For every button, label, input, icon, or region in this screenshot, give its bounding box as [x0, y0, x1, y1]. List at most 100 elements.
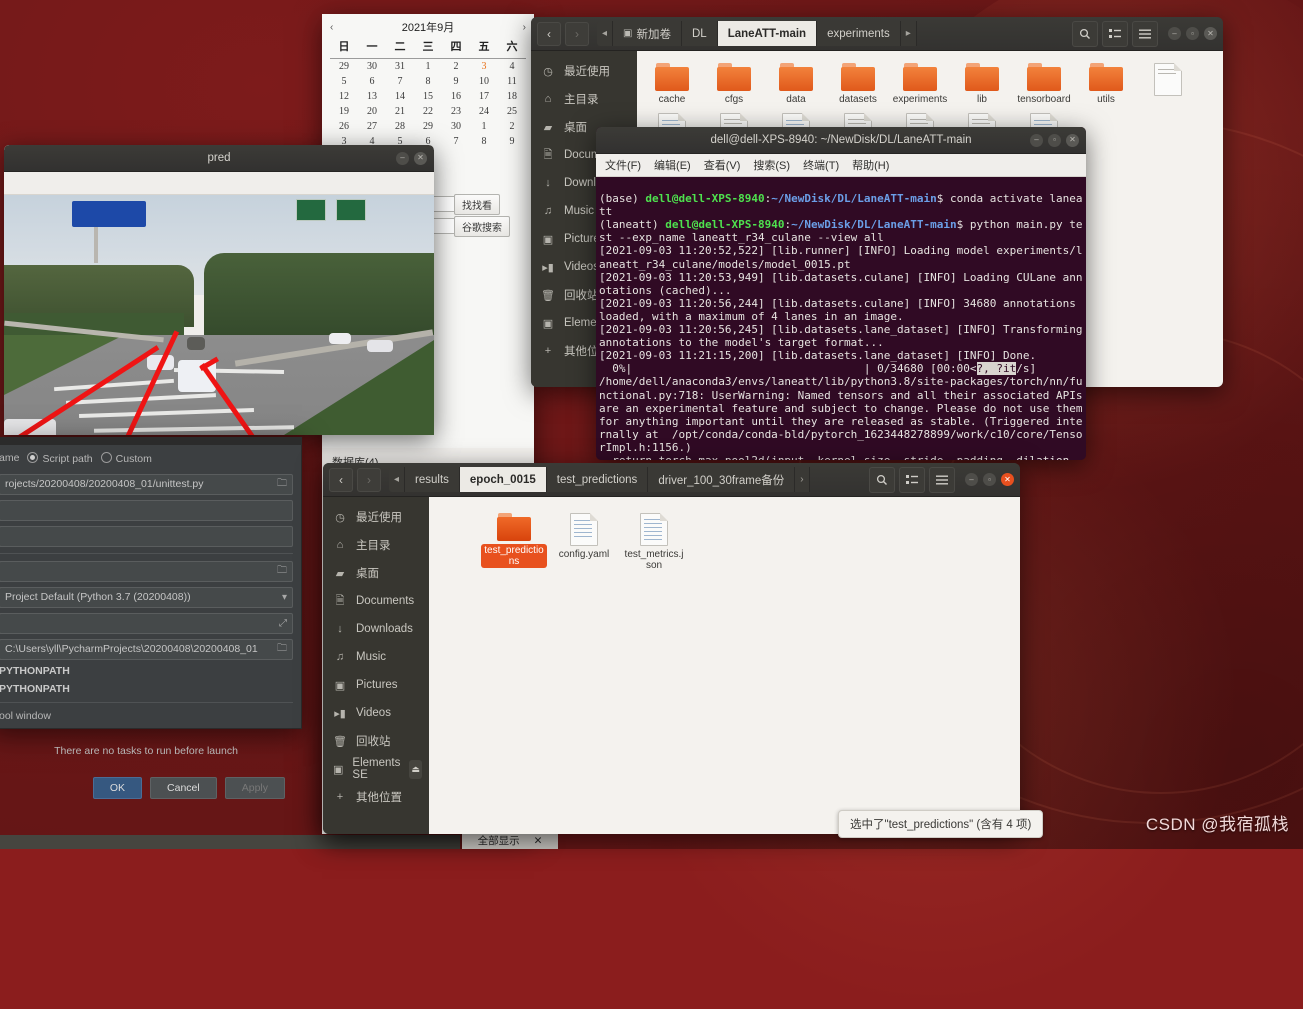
calendar-day[interactable]: 22 — [414, 104, 442, 119]
calendar-day[interactable]: 29 — [330, 59, 358, 75]
lucky-button[interactable]: 找找看 — [454, 194, 500, 215]
terminal-window[interactable]: dell@dell-XPS-8940: ~/NewDisk/DL/LaneATT… — [596, 127, 1086, 460]
env-vars-input[interactable] — [0, 525, 293, 547]
calendar-day[interactable]: 11 — [498, 74, 526, 89]
folder-item[interactable]: utils — [1075, 63, 1137, 105]
calendar-day[interactable]: 9 — [442, 74, 470, 89]
menu-search[interactable]: 搜索(S) — [753, 157, 790, 173]
sidebar-item-trash[interactable]: 🗑 回收站 — [323, 727, 429, 755]
calendar-day[interactable]: 1 — [470, 119, 498, 134]
calendar-day[interactable]: 15 — [414, 89, 442, 104]
breadcrumb-item-experiments[interactable]: experiments — [817, 21, 901, 46]
sidebar-item-recent[interactable]: ◷ 最近使用 — [323, 503, 429, 531]
sidebar-item-home[interactable]: ⌂ 主目录 — [323, 531, 429, 559]
calendar-day[interactable]: 16 — [442, 89, 470, 104]
maximize-icon[interactable]: ▫ — [983, 473, 996, 486]
breadcrumb-item-dl[interactable]: DL — [681, 21, 718, 46]
cancel-button[interactable]: Cancel — [150, 777, 217, 799]
calendar-table[interactable]: 日 一 二 三 四 五 六 29 30 31 1 2 3 4 5 6 7 8 9… — [330, 36, 526, 149]
calendar-day[interactable]: 18 — [498, 89, 526, 104]
calendar-day[interactable]: 14 — [386, 89, 414, 104]
file-grid-bottom[interactable]: test_predictions config.yaml test_metric… — [429, 497, 1020, 834]
minimize-icon[interactable]: – — [1030, 133, 1043, 147]
dialog-button-row[interactable]: OK Cancel Apply — [0, 777, 301, 799]
env-vars-row[interactable] — [0, 523, 301, 549]
sidebar-item-music[interactable]: ♫ Music — [323, 643, 429, 671]
calendar-day[interactable]: 10 — [470, 74, 498, 89]
run-configuration-dialog[interactable]: ame Script path Custom rojects/20200408/… — [0, 437, 302, 799]
radio-script-path[interactable]: Script path — [27, 451, 93, 465]
calendar-day[interactable]: 12 — [330, 89, 358, 104]
calendar-day[interactable]: 6 — [358, 74, 386, 89]
calendar-day[interactable]: 30 — [442, 119, 470, 134]
terminal-titlebar[interactable]: dell@dell-XPS-8940: ~/NewDisk/DL/LaneATT… — [596, 127, 1086, 154]
minimize-icon[interactable]: – — [1168, 27, 1181, 40]
interpreter-options-input[interactable]: ⤢ — [0, 612, 293, 634]
env-dir-input[interactable]: 🗀 — [0, 560, 293, 582]
close-icon[interactable]: ✕ — [534, 835, 543, 847]
calendar-day[interactable]: 5 — [330, 74, 358, 89]
radio-custom[interactable]: Custom — [100, 451, 152, 465]
calendar-day[interactable]: 7 — [386, 74, 414, 89]
working-dir-input[interactable]: C:\Users\yll\PycharmProjects\20200408\20… — [0, 638, 293, 660]
folder-item[interactable]: cfgs — [703, 63, 765, 105]
folder-item[interactable]: data — [765, 63, 827, 105]
folder-browse-icon[interactable]: 🗀 — [277, 641, 287, 658]
calendar-day[interactable]: 2 — [498, 119, 526, 134]
ok-button[interactable]: OK — [92, 777, 143, 799]
interpreter-options-row[interactable]: ⤢ — [0, 610, 301, 636]
calendar-day[interactable]: 28 — [386, 119, 414, 134]
breadcrumb-item-laneatt-main[interactable]: LaneATT-main — [717, 21, 818, 46]
terminal-window-buttons[interactable]: – ▫ ✕ — [1030, 127, 1079, 153]
calendar-day[interactable]: 17 — [470, 89, 498, 104]
google-search-button[interactable]: 谷歌搜索 — [454, 216, 510, 237]
sidebar-item-desktop[interactable]: ▰ 桌面 — [323, 559, 429, 587]
calendar-day[interactable]: 20 — [358, 104, 386, 119]
list-view-icon[interactable] — [899, 466, 925, 493]
folder-item[interactable]: cache — [641, 63, 703, 105]
calendar-day[interactable]: 4 — [498, 59, 526, 75]
window-buttons-top[interactable]: – ▫ ✕ — [1168, 21, 1217, 47]
sidebar-item-recent[interactable]: ◷ 最近使用 — [531, 57, 637, 85]
calendar-day[interactable]: 30 — [358, 59, 386, 75]
script-path-input[interactable]: rojects/20200408/20200408_01/unittest.py… — [0, 473, 293, 495]
menu-icon[interactable] — [1132, 20, 1158, 47]
calendar-day[interactable]: 19 — [330, 104, 358, 119]
file-item-test-metrics-json[interactable]: test_metrics.json — [619, 513, 689, 571]
close-icon[interactable]: ✕ — [1204, 27, 1217, 40]
calendar-day[interactable]: 21 — [386, 104, 414, 119]
breadcrumb-item-epoch-0015[interactable]: epoch_0015 — [459, 467, 547, 492]
calendar-popup[interactable]: ‹ 2021年9月 › 日 一 二 三 四 五 六 29 30 31 1 2 3… — [322, 14, 534, 154]
show-all-bar[interactable]: 全部显示 ✕ — [462, 832, 558, 849]
expand-icon[interactable]: ⤢ — [279, 618, 287, 629]
search-icon[interactable] — [869, 466, 895, 493]
folder-item[interactable]: experiments — [889, 63, 951, 105]
minimize-icon[interactable]: – — [396, 151, 409, 165]
calendar-day[interactable]: 31 — [386, 59, 414, 75]
close-icon[interactable]: ✕ — [1066, 133, 1079, 147]
sidebar-item-pictures[interactable]: ▣ Pictures — [323, 671, 429, 699]
terminal-menubar[interactable]: 文件(F) 编辑(E) 查看(V) 搜索(S) 终端(T) 帮助(H) — [596, 154, 1086, 177]
eject-icon[interactable]: ⏏ — [409, 759, 422, 779]
breadcrumb-more[interactable]: › — [795, 467, 810, 492]
interpreter-select[interactable]: Project Default (Python 3.7 (20200408)) … — [0, 586, 293, 608]
parameters-row[interactable] — [0, 497, 301, 523]
working-dir-row[interactable]: C:\Users\yll\PycharmProjects\20200408\20… — [0, 636, 301, 662]
calendar-day[interactable]: 9 — [498, 134, 526, 149]
calendar-day[interactable]: 26 — [330, 119, 358, 134]
maximize-icon[interactable]: ▫ — [1048, 133, 1061, 147]
breadcrumb-item-driver-100-30frame[interactable]: driver_100_30frame备份 — [648, 467, 796, 492]
sidebar-item-elements-se[interactable]: ▣ Elements SE ⏏ — [323, 755, 429, 783]
script-mode-row[interactable]: ame Script path Custom — [0, 445, 301, 471]
menu-edit[interactable]: 编辑(E) — [654, 157, 691, 173]
breadcrumb-item-results[interactable]: results — [405, 467, 460, 492]
maximize-icon[interactable]: ▫ — [1186, 27, 1199, 40]
search-icon[interactable] — [1072, 20, 1098, 47]
file-item-config-yaml[interactable]: config.yaml — [549, 513, 619, 571]
show-all-label[interactable]: 全部显示 — [478, 833, 520, 848]
back-button[interactable]: ‹ — [329, 467, 353, 492]
breadcrumb-collapse[interactable]: ◂ — [389, 467, 406, 492]
pythonpath-row-2[interactable]: PYTHONPATH — [0, 680, 301, 698]
folder-item-test-predictions[interactable]: test_predictions — [479, 513, 549, 571]
folder-item[interactable]: tensorboard — [1013, 63, 1075, 105]
